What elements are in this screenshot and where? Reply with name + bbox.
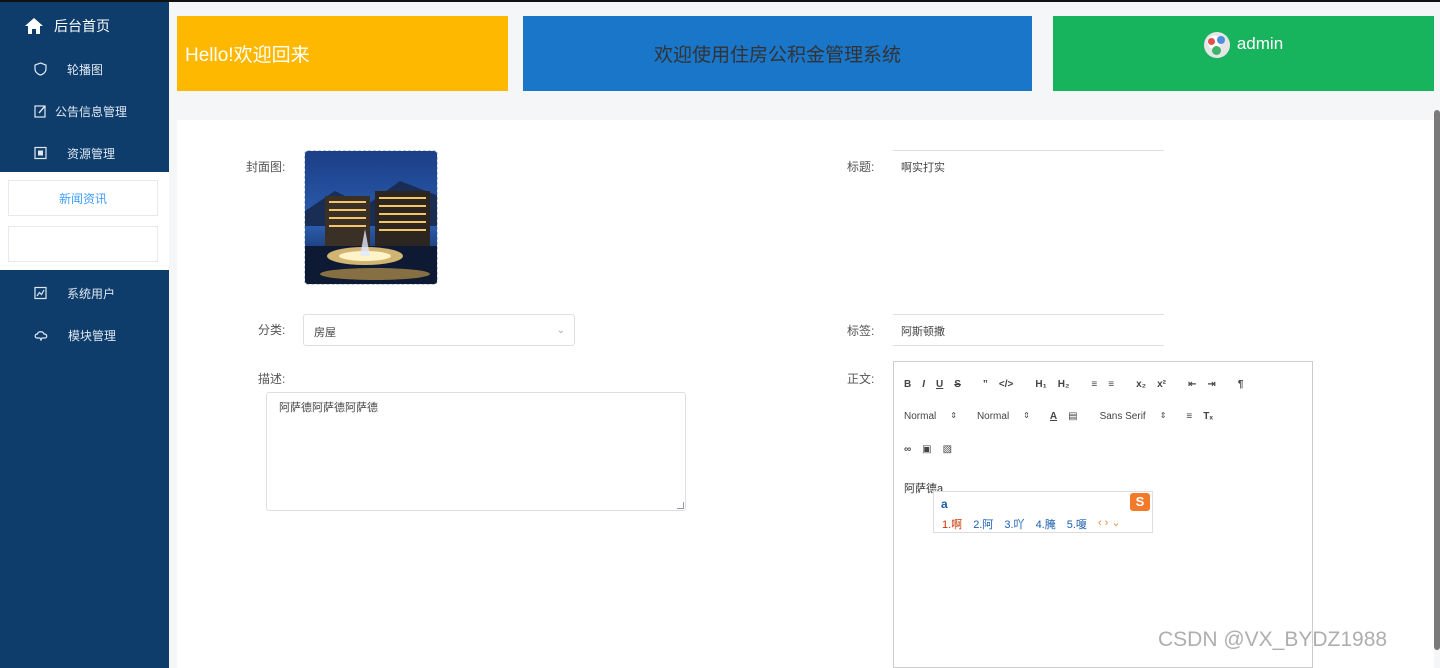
sidebar-item-users[interactable]: 系统用户 <box>34 284 115 302</box>
code-icon[interactable]: </> <box>999 379 1013 390</box>
clear-format-icon[interactable]: Tₓ <box>1203 411 1213 422</box>
italic-icon[interactable]: I <box>922 379 925 390</box>
hello-text: Hello!欢迎回来 <box>185 45 310 66</box>
avatar <box>1203 32 1230 58</box>
sidebar-item-home[interactable]: 后台首页 <box>24 16 110 36</box>
ime-candidates: 1.啊 2.阿 3.吖 4.腌 5.嗄 ‹ › ⌄ <box>942 516 1132 532</box>
description-label: 描述: <box>258 372 286 386</box>
watermark: CSDN @VX_BYDZ1988 <box>1158 628 1388 651</box>
direction-icon[interactable]: ¶ <box>1238 379 1244 390</box>
sidebar-item-label: 资源管理 <box>67 146 116 161</box>
superscript-icon[interactable]: x² <box>1157 379 1166 390</box>
title-input[interactable]: 啊实打实 <box>893 150 1164 182</box>
image-icon[interactable]: ▣ <box>922 444 931 455</box>
ime-candidate[interactable]: 5.嗄 <box>1067 516 1087 532</box>
shield-icon <box>34 62 47 76</box>
chevron-down-icon: ⌄ <box>556 325 565 336</box>
tags-input[interactable]: 阿斯顿撒 <box>893 314 1164 346</box>
resize-handle-icon[interactable] <box>677 502 684 509</box>
editor-toolbar-row-3: ∞ ▣ ▧ <box>904 444 963 455</box>
chart-icon <box>34 286 47 300</box>
cover-image-upload[interactable] <box>304 150 438 285</box>
hello-card: Hello!欢迎回来 <box>177 16 508 91</box>
tags-label: 标签: <box>847 324 875 338</box>
link-icon[interactable]: ∞ <box>904 444 911 455</box>
welcome-text: 欢迎使用住房公积金管理系统 <box>653 45 901 66</box>
ime-candidate[interactable]: 2.阿 <box>973 516 993 532</box>
sidebar-item-label: 公告信息管理 <box>55 104 128 119</box>
description-textarea[interactable]: 阿萨德阿萨德阿萨德 <box>266 392 686 511</box>
h2-icon[interactable]: H₂ <box>1058 379 1070 390</box>
username: admin <box>1236 34 1284 53</box>
ime-logo-icon: S <box>1130 493 1150 511</box>
category-label: 分类: <box>258 323 286 337</box>
sidebar-item-carousel[interactable]: 轮播图 <box>34 60 103 78</box>
sidebar-submenu: 新闻资讯 新闻分类 <box>0 172 169 270</box>
user-card[interactable]: admin <box>1053 16 1434 91</box>
sidebar-item-news-category[interactable]: 新闻分类 <box>8 226 158 262</box>
cloud-icon <box>34 331 48 342</box>
video-icon[interactable]: ▧ <box>943 444 952 455</box>
sidebar-home-label: 后台首页 <box>54 18 110 34</box>
sidebar-item-label: 轮播图 <box>67 62 104 77</box>
title-label: 标题: <box>847 160 875 174</box>
category-select[interactable]: 房屋 ⌄ <box>303 314 575 346</box>
ime-candidate[interactable]: 4.腌 <box>1036 516 1056 532</box>
indent-icon[interactable]: ⇥ <box>1207 379 1215 390</box>
bold-icon[interactable]: B <box>904 379 911 390</box>
align-icon[interactable]: ≡ <box>1186 411 1192 422</box>
cover-label: 封面图: <box>246 160 286 174</box>
welcome-card: 欢迎使用住房公积金管理系统 <box>523 16 1032 91</box>
vertical-scrollbar[interactable] <box>1434 110 1440 650</box>
ordered-list-icon[interactable]: ≡ <box>1091 379 1097 390</box>
sidebar-item-news[interactable]: 新闻资讯 <box>8 180 158 216</box>
blockquote-icon[interactable]: ” <box>983 379 988 390</box>
window-top-border <box>0 0 1440 2</box>
subscript-icon[interactable]: x₂ <box>1136 379 1146 390</box>
square-icon <box>34 146 47 160</box>
underline-icon[interactable]: U <box>936 379 943 390</box>
sidebar-item-resource[interactable]: 资源管理 <box>34 144 115 162</box>
content-label: 正文: <box>847 372 875 386</box>
editor-toolbar-row-1: B I U S ” </> H₁ H₂ ≡ ≡ x₂ x² ⇤ ⇥ ¶ <box>904 379 1254 390</box>
bullet-list-icon[interactable]: ≡ <box>1108 379 1114 390</box>
description-value: 阿萨德阿萨德阿萨德 <box>279 402 378 414</box>
ime-candidate[interactable]: 1.啊 <box>942 516 962 532</box>
sidebar-item-notice[interactable]: 公告信息管理 <box>34 102 127 120</box>
cover-image <box>305 151 437 284</box>
strike-icon[interactable]: S <box>954 379 961 390</box>
background-color-icon[interactable]: ▤ <box>1068 411 1077 422</box>
sidebar-item-modules[interactable]: 模块管理 <box>34 326 116 344</box>
ime-candidate[interactable]: 3.吖 <box>1004 516 1024 532</box>
sidebar-item-label: 模块管理 <box>68 328 117 343</box>
outdent-icon[interactable]: ⇤ <box>1188 379 1196 390</box>
edit-icon <box>34 105 46 118</box>
sidebar-item-label: 系统用户 <box>67 286 116 301</box>
title-value: 啊实打实 <box>901 162 945 174</box>
home-icon <box>25 18 43 34</box>
category-value: 房屋 <box>314 327 336 339</box>
font-select[interactable]: Sans Serif ⇕ <box>1100 411 1167 422</box>
sidebar: 后台首页 轮播图 公告信息管理 资源管理 新闻资讯 新闻分类 系统用户 模块管理 <box>0 2 169 668</box>
header-select[interactable]: Normal ⇕ <box>977 411 1030 422</box>
ime-input: a <box>941 497 948 511</box>
editor-toolbar-row-2: Normal ⇕ Normal ⇕ A ▤ Sans Serif ⇕ ≡ Tₓ <box>904 411 1224 422</box>
tags-value: 阿斯顿撒 <box>901 326 945 338</box>
size-select[interactable]: Normal ⇕ <box>904 411 957 422</box>
ime-page-arrows-icon[interactable]: ‹ › ⌄ <box>1098 516 1121 532</box>
ime-candidate-window[interactable]: a S 1.啊 2.阿 3.吖 4.腌 5.嗄 ‹ › ⌄ <box>933 491 1153 533</box>
font-color-icon[interactable]: A <box>1050 411 1057 422</box>
h1-icon[interactable]: H₁ <box>1035 379 1046 390</box>
